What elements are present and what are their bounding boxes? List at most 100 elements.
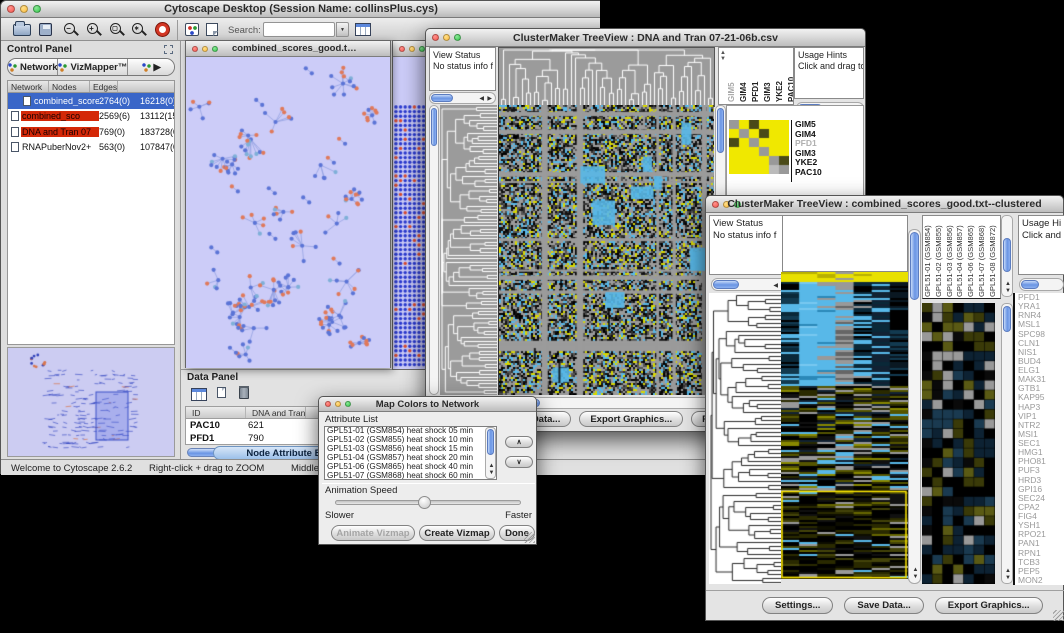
move-up-button[interactable]: ∧ — [505, 436, 533, 448]
treeview2-heatmap[interactable] — [781, 272, 908, 579]
treeview1-button[interactable]: Export Graphics... — [579, 411, 683, 427]
treeview2-window: ClusterMaker TreeView : combined_scores_… — [705, 195, 1064, 621]
treeview1-left-scrollbar[interactable] — [429, 105, 439, 395]
treeview2-main-scrollbar[interactable]: ▲▼ — [908, 229, 921, 584]
control-panel-tab[interactable]: ▶ — [128, 59, 174, 75]
main-window-title: Cytoscape Desktop (Session Name: collins… — [1, 1, 601, 18]
column-label[interactable]: YKE2 — [775, 48, 787, 104]
dialog-separator — [322, 483, 535, 484]
create-vizmap-button[interactable]: Create Vizmap — [419, 525, 495, 541]
attribute-list-item[interactable]: GPL51-07 (GSM868) heat shock 60 min — [327, 472, 496, 480]
treeview2-status-scrollbar[interactable]: ◀▶ — [711, 278, 791, 291]
column-label[interactable]: GPL51-08 (GSM872) — [988, 216, 999, 298]
treeview1-title-bar[interactable]: ClusterMaker TreeView : DNA and Tran 07-… — [426, 29, 865, 47]
network-table-row[interactable]: combined_sco 2569(6) 13112(15) — [8, 109, 174, 125]
column-label[interactable]: GIM4 — [739, 48, 751, 104]
treeview2-title-bar[interactable]: ClusterMaker TreeView : combined_scores_… — [706, 196, 1063, 213]
search-input[interactable] — [263, 22, 335, 37]
treeview2-button[interactable]: Save Data... — [844, 597, 923, 614]
control-panel-tab[interactable]: VizMapper™ — [58, 59, 128, 75]
float-panel-icon[interactable] — [164, 45, 173, 54]
animation-speed-slider[interactable] — [335, 500, 521, 505]
network-window-title-bar[interactable]: combined_scores_good.txt--cluste... — [186, 41, 390, 57]
network-overview[interactable] — [7, 347, 175, 457]
help-icon[interactable] — [156, 23, 169, 36]
network-table-row[interactable]: RNAPuberNov2+ 563(0) 107847(0) — [8, 140, 174, 156]
treeview2-hints-scrollbar[interactable] — [1019, 278, 1064, 291]
search-dropdown-button[interactable]: ▼ — [336, 22, 349, 37]
slower-label: Slower — [325, 510, 354, 521]
control-panel-tab[interactable]: Network — [8, 59, 58, 75]
attribute-browser-icon[interactable] — [355, 23, 371, 36]
data-panel-delete-icon[interactable] — [239, 387, 249, 399]
treeview1-row-dendrogram[interactable] — [440, 105, 497, 395]
zoom-selected-icon[interactable]: ∗ — [131, 22, 147, 38]
move-down-button[interactable]: ∨ — [505, 456, 533, 468]
treeview2-zoom-scrollbar[interactable]: ▲▼ — [1001, 303, 1013, 584]
close-icon[interactable] — [399, 46, 405, 52]
column-label[interactable]: GPL51-06 (GSM865) — [966, 216, 977, 298]
network-table-header-cell: Network — [8, 81, 49, 92]
treeview2-title: ClusterMaker TreeView : combined_scores_… — [706, 196, 1063, 213]
network-table-row[interactable]: DNA and Tran 07 769(0) 183728(0) — [8, 124, 174, 140]
network-table-row[interactable]: combined_scores_ 2764(0) 16218(0) — [8, 93, 174, 109]
animate-vizmap-button[interactable]: Animate Vizmap — [331, 525, 415, 541]
main-title-bar[interactable]: Cytoscape Desktop (Session Name: collins… — [1, 1, 601, 18]
treeview2-zoom-heatmap[interactable] — [922, 303, 995, 584]
treeview2-coltree-area — [782, 215, 908, 272]
control-panel: Control Panel NetworkVizMapper™▶ Network… — [1, 41, 181, 459]
treeview1-heatmap[interactable] — [498, 105, 714, 395]
row-label[interactable]: PAC10 — [795, 168, 851, 178]
column-label[interactable]: GIM5 — [727, 48, 739, 104]
dialog-resize-grip[interactable] — [524, 532, 535, 543]
treeview2-button[interactable]: Export Graphics... — [935, 597, 1043, 614]
treeview2-row-dendrogram[interactable] — [709, 293, 781, 584]
minimize-icon[interactable] — [409, 46, 415, 52]
annotation-icon[interactable] — [206, 23, 218, 36]
attribute-table-header-cell: DNA and Tran 07-21-06( — [246, 407, 306, 418]
desktop: Cytoscape Desktop (Session Name: collins… — [0, 0, 1064, 633]
column-label[interactable]: PAC10 — [787, 48, 794, 104]
column-label[interactable]: GIM3 — [763, 48, 775, 104]
data-panel-table-icon[interactable] — [191, 388, 207, 401]
view-status-text: No status info f — [433, 61, 495, 72]
column-label[interactable]: PFD1 — [751, 48, 763, 104]
treeview1-status-scrollbar[interactable]: ◀▶ — [429, 92, 496, 104]
treeview2-collabel-scrollbar[interactable]: ▲▼ — [1001, 215, 1013, 297]
treeview1-mini-heatmap[interactable] — [729, 120, 789, 174]
control-panel-tabs: NetworkVizMapper™▶ — [7, 58, 175, 76]
gene-label[interactable]: MON2 — [1018, 576, 1064, 585]
network-item-icon — [11, 111, 19, 121]
open-file-icon[interactable] — [13, 24, 31, 36]
faster-label: Faster — [492, 510, 532, 521]
dialog-title: Map Colors to Network — [319, 397, 536, 412]
usage-hints-text: Click and — [1022, 230, 1064, 242]
dialog-title-bar[interactable]: Map Colors to Network — [319, 397, 536, 412]
network-table-header-cell: Edges — [90, 81, 118, 92]
slider-handle[interactable] — [418, 496, 431, 509]
attribute-list: GPL51-01 (GSM854) heat shock 05 minGPL51… — [324, 426, 497, 480]
treeview2-button[interactable]: Settings... — [762, 597, 833, 614]
save-icon[interactable] — [39, 23, 52, 36]
data-panel-newdoc-icon[interactable] — [217, 387, 226, 398]
vizmapper-icon[interactable] — [185, 23, 199, 36]
network-item-icon — [11, 142, 19, 152]
zoom-in-icon[interactable]: + — [86, 22, 102, 38]
column-label[interactable]: GPL51-02 (GSM855) — [934, 216, 945, 298]
network-canvas[interactable] — [186, 57, 390, 368]
view-status-text: No status info f — [713, 230, 790, 242]
column-label[interactable]: GPL51-03 (GSM856) — [945, 216, 956, 298]
network-tab-icon — [58, 63, 67, 72]
zoom-fit-icon[interactable]: ▢ — [109, 22, 125, 38]
search-label: Search: — [228, 25, 261, 36]
treeview1-column-dendrogram[interactable] — [498, 47, 715, 107]
network-overview-canvas[interactable] — [8, 348, 174, 456]
treeview1-view-status: View Status No status info f — [429, 47, 496, 91]
column-label[interactable]: GPL51-01 (GSM854) — [923, 216, 934, 298]
treeview1-collabel-arrows[interactable]: ▲▼ — [720, 50, 726, 62]
column-label[interactable]: GPL51-07 (GSM868) — [977, 216, 988, 298]
attribute-list-scrollbar[interactable]: ▲▼ — [485, 427, 496, 479]
zoom-out-icon[interactable]: − — [63, 22, 79, 38]
treeview2-resize-grip[interactable] — [1053, 610, 1064, 621]
column-label[interactable]: GPL51-04 (GSM857) — [955, 216, 966, 298]
